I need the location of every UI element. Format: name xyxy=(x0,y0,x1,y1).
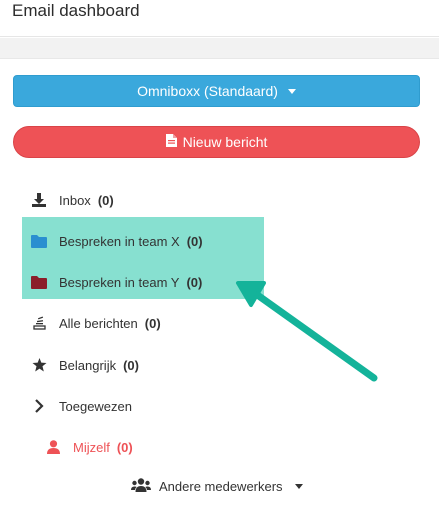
nav-item-important[interactable]: Belangrijk (0) xyxy=(30,353,139,377)
new-message-button[interactable]: Nieuw bericht xyxy=(13,126,420,158)
page-title: Email dashboard xyxy=(12,1,140,20)
caret-down-icon xyxy=(294,483,303,489)
stack-icon xyxy=(30,314,48,332)
nav-item-count: (0) xyxy=(186,233,203,249)
other-employees-dropdown[interactable]: Andere medewerkers xyxy=(131,474,303,498)
nav-item-label: Belangrijk xyxy=(59,357,117,373)
nav-item-count: (0) xyxy=(123,357,139,373)
new-message-label: Nieuw bericht xyxy=(182,134,268,150)
nav-item-all[interactable]: Alle berichten (0) xyxy=(30,311,161,335)
header-divider-band xyxy=(0,38,439,59)
nav-item-label: Inbox xyxy=(59,192,91,208)
nav-item-team-y[interactable]: Bespreken in team Y (0) xyxy=(30,270,202,294)
nav-item-count: (0) xyxy=(144,315,161,331)
nav-item-label: Bespreken in team Y xyxy=(59,274,180,290)
mailbox-select-label: Omniboxx (Standaard) xyxy=(137,83,278,99)
nav-item-count: (0) xyxy=(116,439,133,455)
page-header: Email dashboard xyxy=(0,0,439,37)
caret-down-icon xyxy=(287,88,296,94)
nav-item-label: Toegewezen xyxy=(59,398,132,414)
folder-icon xyxy=(30,232,48,250)
star-icon xyxy=(30,356,48,374)
user-icon xyxy=(44,438,62,456)
nav-item-count: (0) xyxy=(186,274,203,290)
users-icon xyxy=(131,477,151,495)
file-icon xyxy=(165,134,177,150)
nav-item-inbox[interactable]: Inbox (0) xyxy=(30,188,114,212)
nav-item-team-x[interactable]: Bespreken in team X (0) xyxy=(30,229,203,253)
mailbox-select-button[interactable]: Omniboxx (Standaard) xyxy=(13,75,420,107)
other-employees-label: Andere medewerkers xyxy=(159,478,283,494)
nav-item-assigned[interactable]: Toegewezen xyxy=(30,394,132,418)
nav-item-myself[interactable]: Mijzelf (0) xyxy=(44,435,133,459)
chevron-right-icon xyxy=(30,397,48,415)
nav-item-label: Bespreken in team X xyxy=(59,233,180,249)
download-icon xyxy=(30,191,48,209)
nav-item-label: Mijzelf xyxy=(73,439,110,455)
nav-item-count: (0) xyxy=(97,192,114,208)
folder-icon xyxy=(30,273,48,291)
nav-item-label: Alle berichten xyxy=(59,315,138,331)
